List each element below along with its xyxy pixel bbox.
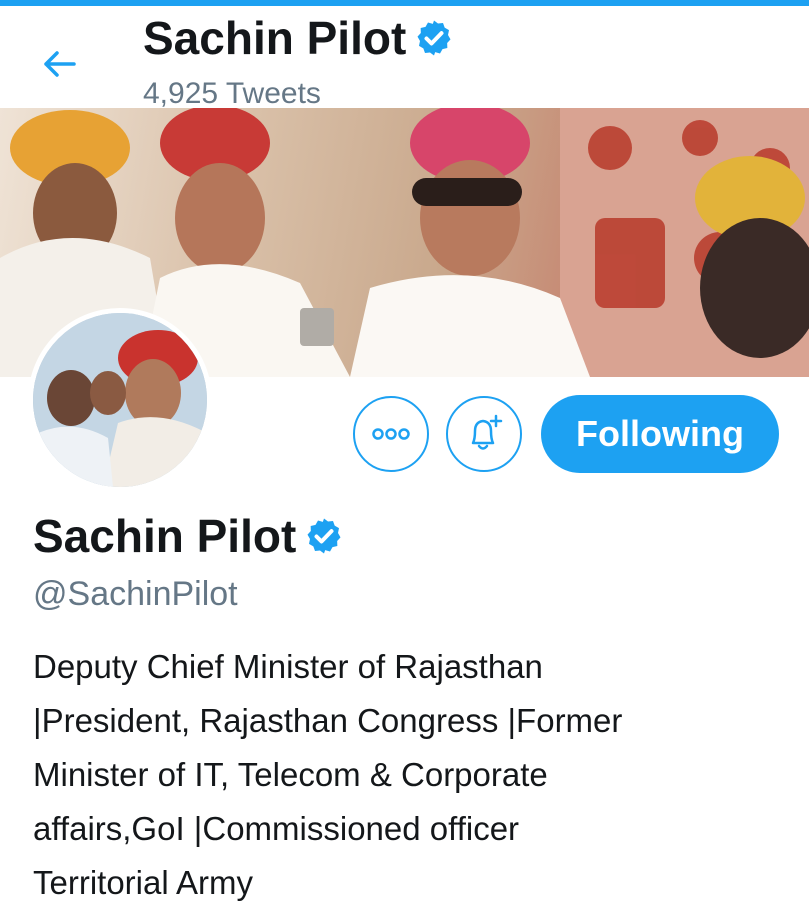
profile-name-row: Sachin Pilot <box>33 510 344 562</box>
bio-line: affairs,GoI |Commissioned officer <box>33 810 520 847</box>
tweet-count: 4,925 Tweets <box>143 77 321 110</box>
header-title: Sachin Pilot <box>143 12 407 64</box>
bio-line: Deputy Chief Minister of Rajasthan <box>33 648 543 685</box>
avatar-image <box>33 313 207 487</box>
verified-badge-icon <box>307 518 341 554</box>
bio-line: Territorial Army <box>33 864 254 901</box>
arrow-left-icon <box>44 51 76 77</box>
bell-plus-icon <box>471 414 503 450</box>
more-options-button[interactable] <box>353 396 429 472</box>
bio-line: Minister of IT, Telecom & Corporate <box>33 756 548 793</box>
verified-badge-icon <box>417 20 451 56</box>
more-options-icon <box>372 428 410 440</box>
profile-handle: @SachinPilot <box>33 575 238 613</box>
back-button[interactable] <box>38 44 82 84</box>
profile-avatar[interactable] <box>28 308 212 492</box>
profile-bio: Deputy Chief Minister of Rajasthan |Pres… <box>33 640 793 910</box>
profile-name: Sachin Pilot <box>33 510 297 562</box>
header-title-row: Sachin Pilot <box>143 12 454 64</box>
notifications-button[interactable] <box>446 396 522 472</box>
bio-line: |President, Rajasthan Congress |Former <box>33 702 623 739</box>
following-button[interactable]: Following <box>541 395 779 473</box>
top-app-bar: Sachin Pilot 4,925 Tweets <box>0 0 809 110</box>
